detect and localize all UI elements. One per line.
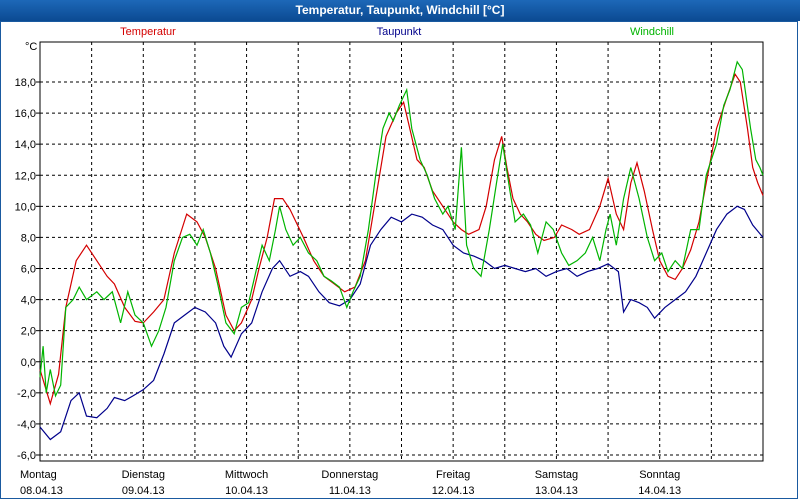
legend-temperatur: Temperatur (120, 26, 176, 38)
y-tick-label: 4,0 (21, 295, 36, 307)
y-tick-label: -2,0 (17, 388, 36, 400)
x-date-label: 14.04.13 (638, 485, 681, 497)
y-tick-label: 8,0 (21, 232, 36, 244)
x-date-label: 10.04.13 (225, 485, 268, 497)
x-day-label: Dienstag (122, 469, 165, 481)
x-date-label: 13.04.13 (535, 485, 578, 497)
y-tick-label: 18,0 (15, 77, 36, 89)
x-day-label: Montag (20, 469, 57, 481)
y-tick-label: -4,0 (17, 419, 36, 431)
legend-windchill: Windchill (630, 26, 674, 38)
x-day-label: Mittwoch (225, 469, 268, 481)
x-day-label: Samstag (535, 469, 578, 481)
y-tick-label: -6,0 (17, 450, 36, 462)
y-tick-label: 10,0 (15, 201, 36, 213)
legend-taupunkt: Taupunkt (377, 26, 422, 38)
y-tick-label: 12,0 (15, 170, 36, 182)
x-day-label: Freitag (436, 469, 470, 481)
x-date-label: 08.04.13 (20, 485, 63, 497)
x-date-label: 11.04.13 (329, 485, 371, 497)
y-axis-unit: °C (25, 41, 37, 53)
y-tick-label: 16,0 (15, 108, 36, 120)
chart: °C Temperatur Taupunkt Windchill 18,0 16,… (15, 26, 764, 497)
y-tick-label: 0,0 (21, 357, 36, 369)
x-day-label: Sonntag (639, 469, 680, 481)
y-tick-label: 2,0 (21, 326, 36, 338)
x-day-label: Donnerstag (321, 469, 378, 481)
y-tick-label: 6,0 (21, 264, 36, 276)
x-date-label: 12.04.13 (432, 485, 475, 497)
y-tick-label: 14,0 (15, 139, 36, 151)
x-date-label: 09.04.13 (122, 485, 165, 497)
